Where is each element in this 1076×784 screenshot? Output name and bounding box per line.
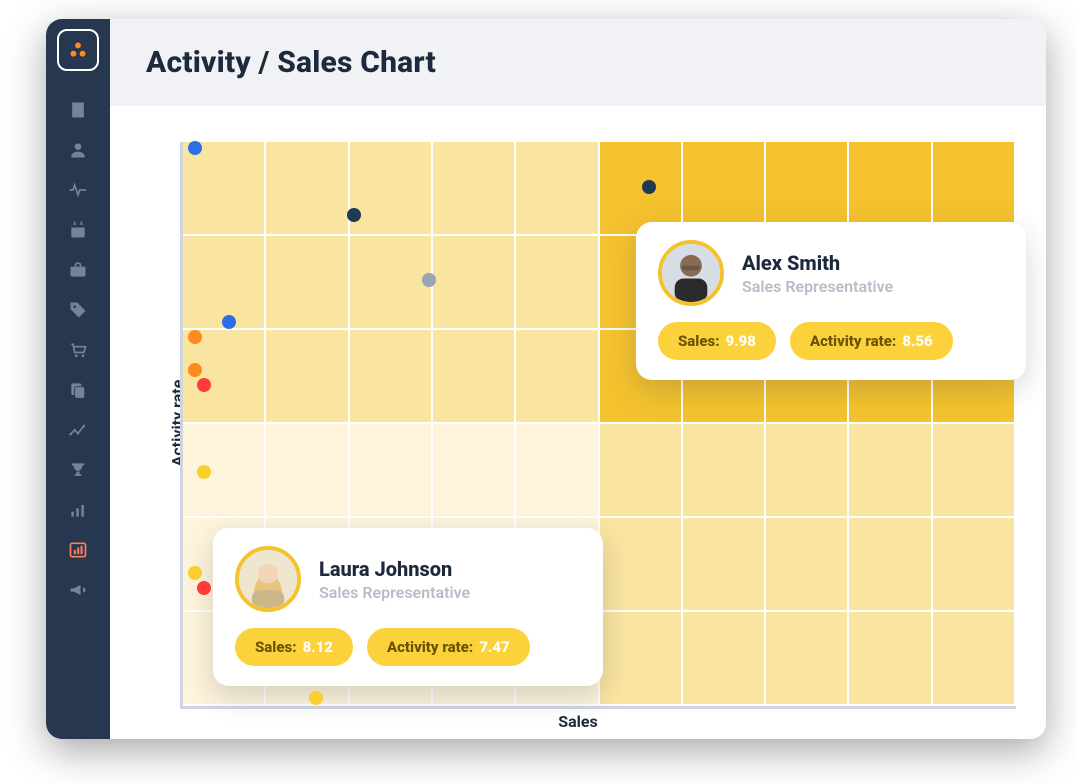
copy-icon[interactable]	[67, 379, 89, 401]
trophy-icon[interactable]	[67, 459, 89, 481]
avatar	[658, 240, 724, 306]
activity-pill-label: Activity rate:	[387, 638, 473, 656]
tooltip-role: Sales Representative	[742, 277, 893, 296]
building-icon[interactable]	[67, 99, 89, 121]
x-axis-label: Sales	[558, 712, 598, 731]
data-point[interactable]	[347, 208, 361, 222]
sales-pill-label: Sales:	[255, 638, 297, 656]
briefcase-icon[interactable]	[67, 259, 89, 281]
sales-pill-value: 8.12	[303, 638, 333, 656]
tooltip-role: Sales Representative	[319, 583, 470, 602]
sales-pill: Sales: 9.98	[658, 322, 776, 360]
data-point[interactable]	[188, 141, 202, 155]
data-point[interactable]	[642, 180, 656, 194]
activity-pill-label: Activity rate:	[810, 332, 896, 350]
activity-pill-value: 8.56	[902, 332, 932, 350]
tooltip-card-alex[interactable]: Alex Smith Sales Representative Sales: 9…	[636, 222, 1026, 380]
data-point[interactable]	[422, 273, 436, 287]
avatar	[235, 546, 301, 612]
trend-icon[interactable]	[67, 419, 89, 441]
sales-pill-value: 9.98	[726, 332, 756, 350]
sidebar	[46, 19, 110, 739]
main-panel: Activity / Sales Chart Activity rate Sal…	[110, 19, 1046, 739]
tag-icon[interactable]	[67, 299, 89, 321]
data-point[interactable]	[188, 566, 202, 580]
data-point[interactable]	[188, 330, 202, 344]
data-point[interactable]	[309, 691, 323, 705]
app-logo[interactable]	[57, 29, 99, 71]
data-point[interactable]	[188, 363, 202, 377]
bar-chart-icon[interactable]	[67, 499, 89, 521]
page-header: Activity / Sales Chart	[110, 19, 1046, 106]
pulse-icon[interactable]	[67, 179, 89, 201]
sales-pill-label: Sales:	[678, 332, 720, 350]
cart-icon[interactable]	[67, 339, 89, 361]
calendar-icon[interactable]	[67, 219, 89, 241]
app-window: Activity / Sales Chart Activity rate Sal…	[46, 19, 1046, 739]
data-point[interactable]	[222, 315, 236, 329]
data-point[interactable]	[197, 581, 211, 595]
page-title: Activity / Sales Chart	[146, 45, 1010, 80]
stats-icon[interactable]	[67, 539, 89, 561]
tooltip-card-laura[interactable]: Laura Johnson Sales Representative Sales…	[213, 528, 603, 686]
data-point[interactable]	[197, 378, 211, 392]
tooltip-name: Alex Smith	[742, 251, 893, 275]
activity-pill: Activity rate: 8.56	[790, 322, 953, 360]
activity-pill-value: 7.47	[479, 638, 509, 656]
data-point[interactable]	[197, 465, 211, 479]
scatter-plot[interactable]: Alex Smith Sales Representative Sales: 9…	[180, 142, 1016, 709]
sales-pill: Sales: 8.12	[235, 628, 353, 666]
activity-pill: Activity rate: 7.47	[367, 628, 530, 666]
tooltip-name: Laura Johnson	[319, 557, 470, 581]
user-icon[interactable]	[67, 139, 89, 161]
megaphone-icon[interactable]	[67, 579, 89, 601]
chart-area: Activity rate Sales Alex Smith Sales Rep…	[110, 106, 1046, 739]
